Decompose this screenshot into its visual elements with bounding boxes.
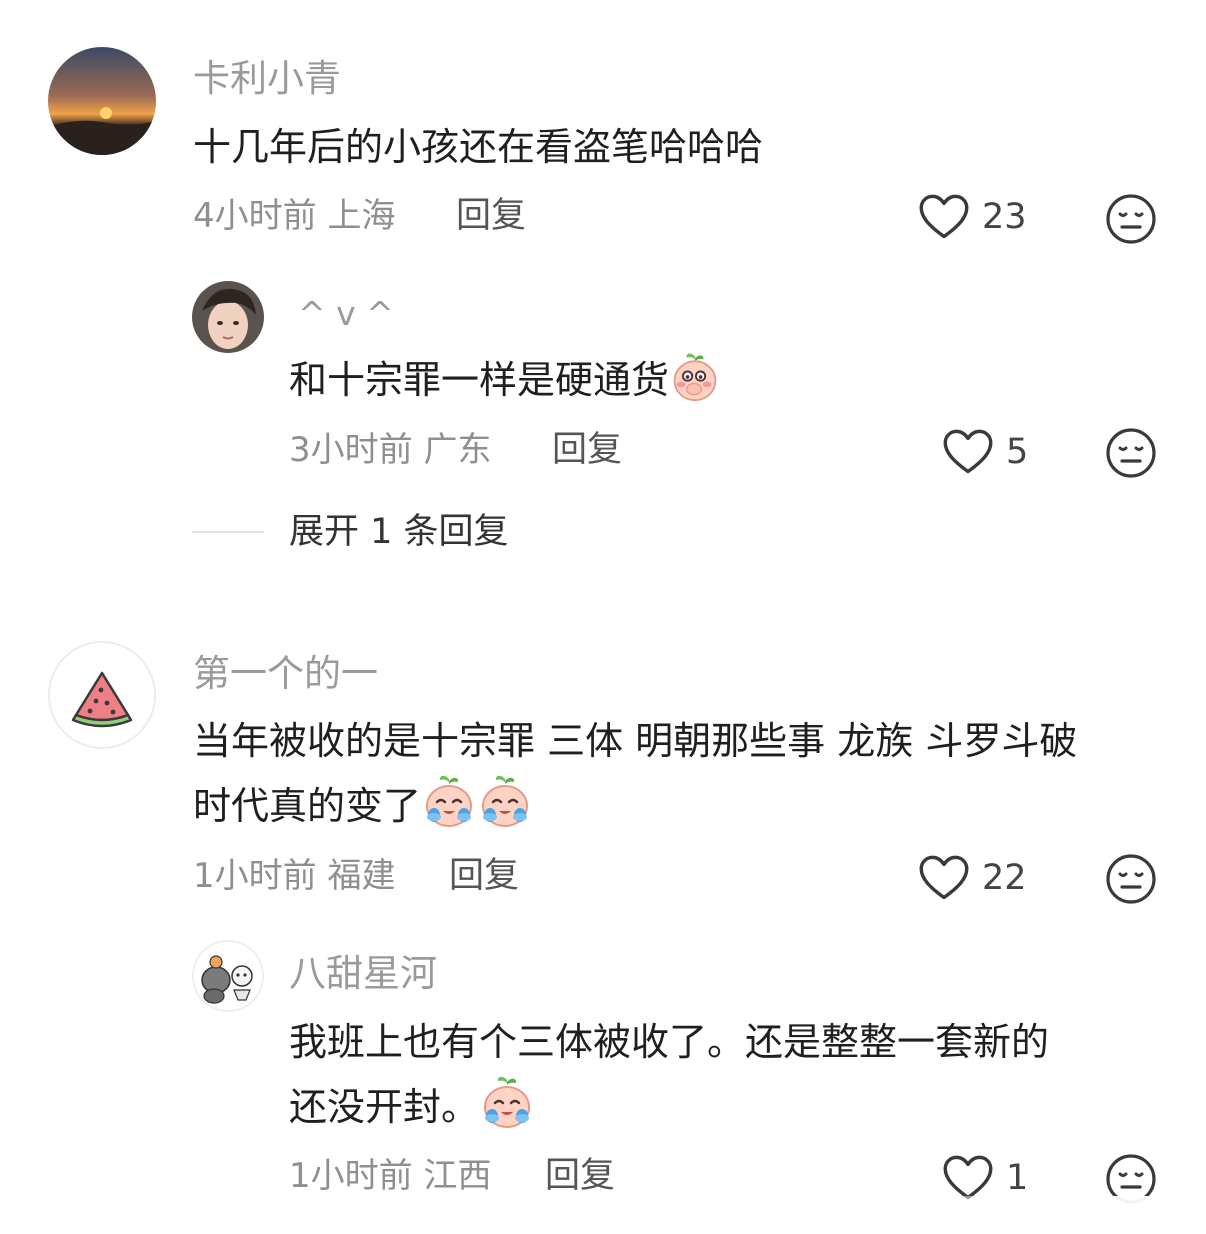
reply-button[interactable]: 回复 (449, 856, 519, 896)
reply-button[interactable]: 回复 (456, 196, 526, 236)
reply-avatar[interactable] (192, 281, 264, 353)
avatar[interactable] (48, 47, 156, 155)
like-count: 1 (1006, 1158, 1029, 1198)
reply-username[interactable]: 八甜星河 (289, 952, 437, 996)
heart-outline-icon (942, 428, 994, 476)
sunset-avatar-image (48, 47, 156, 155)
reply-time: 3小时前 (289, 430, 413, 470)
reply-text-line-content: 还没开封。 (289, 1085, 480, 1129)
like-count: 22 (982, 858, 1027, 898)
heart-outline-icon (918, 193, 970, 241)
cartoon-goat-avatar-image (194, 942, 262, 1010)
reply-meta: 3小时前 广东 (289, 430, 491, 470)
reply-meta: 1小时前 江西 (289, 1156, 491, 1196)
comment-location: 福建 (327, 856, 396, 896)
comment-text-line: 十几年后的小孩还在看盗笔哈哈哈 (193, 125, 764, 169)
meh-face-icon[interactable] (1105, 853, 1157, 905)
meh-face-icon[interactable] (1105, 193, 1157, 245)
like-count: 5 (1006, 432, 1029, 472)
comment-time: 4小时前 (193, 196, 317, 236)
comment-username[interactable]: 第一个的一 (193, 652, 378, 696)
reply-button[interactable]: 回复 (552, 430, 622, 470)
like-count: 23 (982, 197, 1027, 237)
meh-face-icon[interactable] (1105, 427, 1157, 479)
like-button[interactable]: 1 (942, 1154, 1028, 1202)
shy-peach-emoji (669, 351, 721, 403)
reply-button[interactable]: 回复 (545, 1156, 615, 1196)
comment-text-line-content: 时代真的变了 (193, 784, 422, 828)
comment-location: 上海 (327, 196, 396, 236)
comment-text-line: 当年被收的是十宗罪 三体 明朝那些事 龙族 斗罗斗破 (193, 719, 1078, 763)
reply-time: 1小时前 (289, 1156, 413, 1196)
bottom-fade-overlay (900, 1196, 1206, 1234)
reply-text-line: 和十宗罪一样是硬通货 (289, 358, 670, 402)
like-button[interactable]: 22 (918, 854, 1027, 902)
reply-text: 和十宗罪一样是硬通货 (289, 348, 721, 412)
comment-text: 当年被收的是十宗罪 三体 明朝那些事 龙族 斗罗斗破 时代真的变了 (193, 709, 1077, 838)
reply-username[interactable]: ^ v ^ (298, 292, 394, 336)
crying-peach-emoji (477, 773, 533, 829)
watermelon-avatar-image (50, 643, 154, 747)
like-button[interactable]: 23 (918, 193, 1027, 241)
girl-avatar-image (192, 281, 264, 353)
expand-replies-button[interactable]: 展开 1 条回复 (289, 512, 509, 552)
like-button[interactable]: 5 (942, 428, 1028, 476)
reply-avatar[interactable] (192, 940, 264, 1012)
reply-text-line: 我班上也有个三体被收了。还是整整一套新的 (289, 1020, 1050, 1064)
crying-peach-emoji (421, 773, 477, 829)
reply-location: 江西 (423, 1156, 492, 1196)
comment-meta: 4小时前 上海 (193, 196, 395, 236)
comment-time: 1小时前 (193, 856, 317, 896)
comment-text: 十几年后的小孩还在看盗笔哈哈哈 (193, 115, 763, 179)
heart-outline-icon (942, 1154, 994, 1202)
reply-text: 我班上也有个三体被收了。还是整整一套新的 还没开封。 (289, 1010, 1049, 1139)
crying-peach-emoji (479, 1074, 535, 1130)
comment-meta: 1小时前 福建 (193, 856, 395, 896)
comment-username[interactable]: 卡利小青 (193, 57, 341, 101)
comment-text-line: 时代真的变了 (193, 773, 1077, 838)
reply-location: 广东 (423, 430, 492, 470)
heart-outline-icon (918, 854, 970, 902)
avatar[interactable] (48, 641, 156, 749)
expand-divider (192, 531, 264, 533)
reply-text-line: 还没开封。 (289, 1074, 1049, 1139)
